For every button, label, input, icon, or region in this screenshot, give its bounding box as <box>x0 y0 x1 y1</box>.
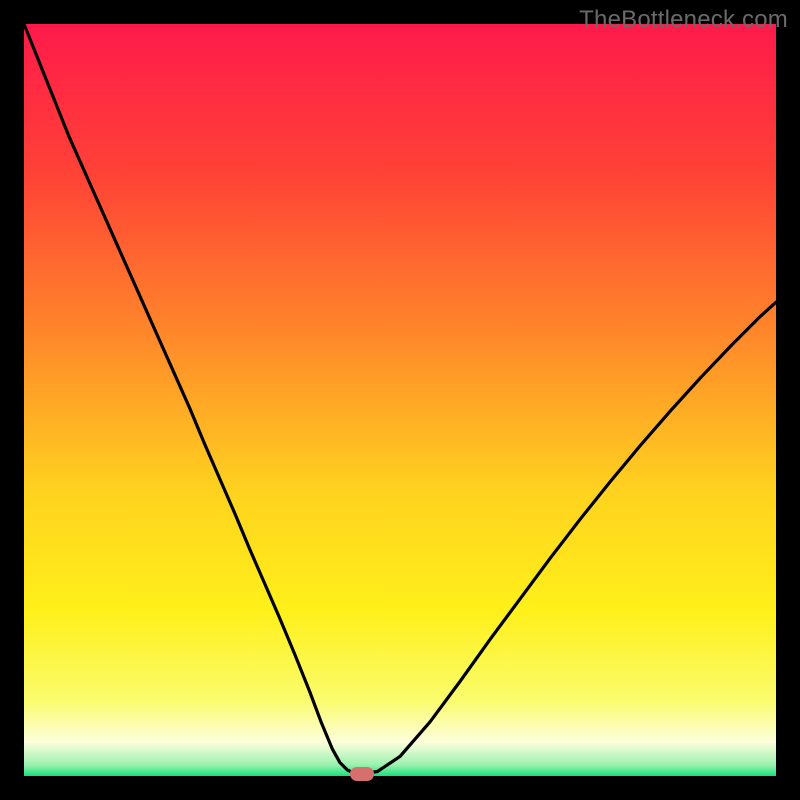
watermark-text: TheBottleneck.com <box>579 6 788 34</box>
chart-background <box>24 24 776 776</box>
chart-frame: TheBottleneck.com <box>0 0 800 800</box>
plot-area <box>24 24 776 776</box>
optimal-point-marker <box>350 767 374 781</box>
chart-svg <box>24 24 776 776</box>
